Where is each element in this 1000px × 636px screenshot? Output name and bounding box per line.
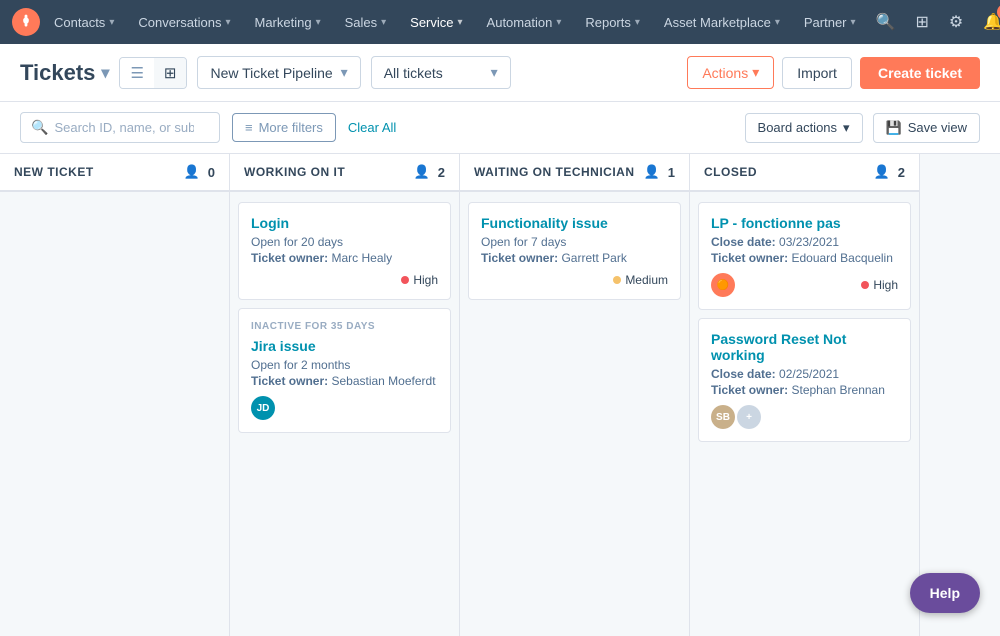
search-box[interactable]: 🔍 (20, 112, 220, 143)
priority-badge-t4: High (861, 278, 898, 292)
actions-button[interactable]: Actions ▾ (687, 56, 774, 89)
ticket-owner-t4: Ticket owner: Edouard Bacquelin (711, 251, 898, 265)
ticket-card-t4[interactable]: LP - fonctionne pas Close date: 03/23/202… (698, 202, 911, 310)
column-count-new-ticket: 0 (208, 165, 215, 180)
ticket-title-t5[interactable]: Password Reset Not working (711, 331, 898, 363)
pipeline-select[interactable]: New Ticket Pipeline ▾ (197, 56, 360, 89)
nav-sales[interactable]: Sales▾ (335, 9, 397, 36)
ticket-card-t1[interactable]: Login Open for 20 days Ticket owner: Marc … (238, 202, 451, 300)
person-icon-new-ticket: 👤 (184, 164, 200, 180)
clear-all-button[interactable]: Clear All (348, 120, 396, 135)
help-button[interactable]: Help (910, 573, 980, 613)
nav-contacts[interactable]: Contacts▾ (44, 9, 124, 36)
ticket-close-t5: Close date: 02/25/2021 (711, 367, 898, 381)
person-icon-working-on-it: 👤 (414, 164, 430, 180)
column-working-on-it: WORKING ON IT 👤 2 Login Open for 20 days T… (230, 154, 460, 636)
ticket-avatar2-t5: + (737, 405, 761, 429)
save-view-button[interactable]: 💾 Save view (873, 113, 980, 143)
column-count-working-on-it: 2 (438, 165, 445, 180)
view-toggle: ☰ ⊞ (119, 57, 187, 89)
nav-partner[interactable]: Partner▾ (794, 9, 866, 36)
ticket-card-t3[interactable]: Functionality issue Open for 7 days Ticket… (468, 202, 681, 300)
nav-automation[interactable]: Automation▾ (477, 9, 572, 36)
column-body-working-on-it: Login Open for 20 days Ticket owner: Marc … (230, 192, 459, 636)
column-new-ticket: NEW TICKET 👤 0 (0, 154, 230, 636)
nav-marketing[interactable]: Marketing▾ (244, 9, 330, 36)
ticket-owner-t2: Ticket owner: Sebastian Moeferdt (251, 374, 438, 388)
board-actions-button[interactable]: Board actions ▾ (745, 113, 863, 143)
toolbar: Tickets ▾ ☰ ⊞ New Ticket Pipeline ▾ All … (0, 44, 1000, 102)
priority-badge-t1: High (401, 273, 438, 287)
column-title-working-on-it: WORKING ON IT (244, 165, 406, 179)
ticket-duration-t3: Open for 7 days (481, 235, 668, 249)
priority-badge-t3: Medium (613, 273, 668, 287)
column-count-waiting-on-technician: 1 (668, 165, 675, 180)
nav-service[interactable]: Service▾ (400, 9, 472, 36)
ticket-card-t5[interactable]: Password Reset Not working Close date: 02… (698, 318, 911, 442)
person-icon-closed: 👤 (874, 164, 890, 180)
settings-icon[interactable]: ⚙ (943, 8, 969, 36)
ticket-avatar-t2: JD (251, 396, 275, 420)
ticket-title-t4[interactable]: LP - fonctionne pas (711, 215, 898, 231)
ticket-owner-t5: Ticket owner: Stephan Brennan (711, 383, 898, 397)
hubspot-logo[interactable] (12, 8, 40, 36)
column-count-closed: 2 (898, 165, 905, 180)
save-icon: 💾 (886, 120, 902, 136)
ticket-avatar-t4: 🟠 (711, 273, 735, 297)
ticket-avatar1-t5: SB (711, 405, 735, 429)
ticket-card-t2[interactable]: INACTIVE FOR 35 DAYS Jira issue Open for 2… (238, 308, 451, 433)
search-input[interactable] (54, 120, 194, 135)
filter-icon: ≡ (245, 120, 253, 135)
page-title[interactable]: Tickets ▾ (20, 60, 109, 86)
column-title-closed: CLOSED (704, 165, 866, 179)
import-button[interactable]: Import (782, 57, 852, 89)
column-title-waiting-on-technician: WAITING ON TECHNICIAN (474, 165, 636, 179)
search-icon[interactable]: 🔍 (870, 8, 902, 36)
ticket-duration-t2: Open for 2 months (251, 358, 438, 372)
inactive-label: INACTIVE FOR 35 DAYS (251, 321, 438, 332)
person-icon-waiting-on-technician: 👤 (644, 164, 660, 180)
create-ticket-button[interactable]: Create ticket (860, 57, 980, 89)
filter-bar: 🔍 ≡ More filters Clear All Board actions… (0, 102, 1000, 154)
column-title-new-ticket: NEW TICKET (14, 165, 176, 179)
nav-asset-marketplace[interactable]: Asset Marketplace▾ (654, 9, 790, 36)
column-body-waiting-on-technician: Functionality issue Open for 7 days Ticket… (460, 192, 689, 636)
ticket-title-t2[interactable]: Jira issue (251, 338, 438, 354)
nav-reports[interactable]: Reports▾ (575, 9, 650, 36)
more-filters-button[interactable]: ≡ More filters (232, 113, 336, 142)
top-nav: Contacts▾ Conversations▾ Marketing▾ Sale… (0, 0, 1000, 44)
ticket-owner-t3: Ticket owner: Garrett Park (481, 251, 668, 265)
filter-select[interactable]: All tickets ▾ (371, 56, 511, 89)
column-closed: CLOSED 👤 2 LP - fonctionne pas Close date… (690, 154, 920, 636)
column-body-new-ticket (0, 192, 229, 636)
ticket-close-t4: Close date: 03/23/2021 (711, 235, 898, 249)
ticket-duration-t1: Open for 20 days (251, 235, 438, 249)
list-view-btn[interactable]: ☰ (120, 58, 153, 88)
search-icon: 🔍 (31, 119, 48, 136)
marketplace-icon[interactable]: ⊞ (909, 8, 934, 36)
ticket-title-t1[interactable]: Login (251, 215, 438, 231)
column-waiting-on-technician: WAITING ON TECHNICIAN 👤 1 Functionality … (460, 154, 690, 636)
title-dropdown-icon[interactable]: ▾ (101, 63, 109, 83)
board: NEW TICKET 👤 0 WORKING ON IT 👤 2 Login Op… (0, 154, 1000, 636)
board-view-btn[interactable]: ⊞ (154, 58, 187, 88)
nav-conversations[interactable]: Conversations▾ (128, 9, 240, 36)
board-actions-chevron-icon: ▾ (843, 120, 850, 136)
column-body-closed: LP - fonctionne pas Close date: 03/23/202… (690, 192, 919, 636)
ticket-title-t3[interactable]: Functionality issue (481, 215, 668, 231)
ticket-owner-t1: Ticket owner: Marc Healy (251, 251, 438, 265)
